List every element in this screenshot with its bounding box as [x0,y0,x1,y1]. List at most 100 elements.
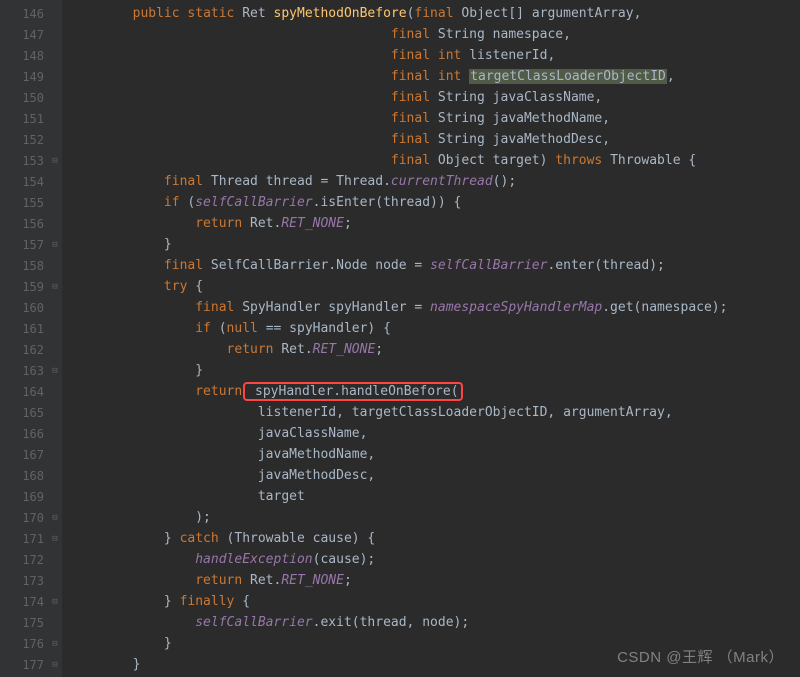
fold-marker-icon[interactable]: ⊟ [50,282,60,292]
method-name-token: spyMethodOnBefore [274,6,407,21]
identifier-token: .get(namespace); [602,300,727,315]
code-line[interactable]: final int targetClassLoaderObjectID, [62,66,800,87]
line-number: 167 [0,444,62,465]
line-number: 155 [0,192,62,213]
code-line[interactable]: } [62,360,800,381]
code-line[interactable]: final String javaClassName, [62,87,800,108]
code-line[interactable]: } [62,234,800,255]
code-line[interactable]: listenerId, targetClassLoaderObjectID, a… [62,402,800,423]
code-line[interactable]: selfCallBarrier.exit(thread, node); [62,612,800,633]
identifier-token: } [164,636,172,651]
code-line[interactable]: javaClassName, [62,423,800,444]
keyword-token: final [164,174,211,189]
code-line[interactable]: } catch (Throwable cause) { [62,528,800,549]
keyword-token: return [195,573,250,588]
identifier-token: } [164,237,172,252]
code-line[interactable]: public static Ret spyMethodOnBefore(fina… [62,3,800,24]
fold-marker-icon[interactable]: ⊟ [50,240,60,250]
code-line[interactable]: final Object target) throws Throwable { [62,150,800,171]
type-token: Object [438,153,493,168]
keyword-token: try [164,279,195,294]
code-line[interactable]: final String javaMethodName, [62,108,800,129]
identifier-token: javaMethodDesc, [493,132,610,147]
code-line[interactable]: return Ret.RET_NONE; [62,213,800,234]
line-number: 161 [0,318,62,339]
code-line[interactable]: return spyHandler.handleOnBefore( [62,381,800,402]
line-number: 154 [0,171,62,192]
line-number: 162 [0,339,62,360]
identifier-token: (Throwable cause) { [227,531,376,546]
type-token: String [438,90,493,105]
type-token: String [438,111,493,126]
type-token: Thread [211,174,266,189]
constant-token: RET_NONE [281,573,344,588]
code-line[interactable]: javaMethodDesc, [62,465,800,486]
keyword-token: return [195,384,242,399]
type-token: Object[] [461,6,531,21]
type-token: SpyHandler [242,300,328,315]
line-number: 150 [0,87,62,108]
fold-marker-icon[interactable]: ⊟ [50,597,60,607]
identifier-token: thread = Thread. [266,174,391,189]
line-number: 175 [0,612,62,633]
identifier-token: argumentArray, [532,6,642,21]
line-number: 164 [0,381,62,402]
type-token: Ret. [281,342,312,357]
code-line[interactable]: ); [62,507,800,528]
line-gutter: 146147148149150151152153⊟154155156157⊟15… [0,0,62,677]
identifier-token: target) [493,153,556,168]
code-editor: 146147148149150151152153⊟154155156157⊟15… [0,0,800,677]
keyword-token: final [391,153,438,168]
fold-marker-icon[interactable]: ⊟ [50,639,60,649]
identifier-token: .exit(thread, node); [313,615,470,630]
fold-marker-icon[interactable]: ⊟ [50,660,60,670]
line-number: 160 [0,297,62,318]
static-field-token: selfCallBarrier [195,615,312,630]
static-call-token: currentThread [391,174,493,189]
line-number: 151 [0,108,62,129]
fold-marker-icon[interactable]: ⊟ [50,156,60,166]
code-line[interactable]: javaMethodName, [62,444,800,465]
identifier-token: } [164,594,180,609]
keyword-token: if [164,195,187,210]
constant-token: RET_NONE [281,216,344,231]
identifier-token: } [164,531,180,546]
fold-marker-icon[interactable]: ⊟ [50,534,60,544]
code-line[interactable]: final String namespace, [62,24,800,45]
identifier-token: ); [195,510,211,525]
identifier-token: listenerId, targetClassLoaderObjectID, a… [258,405,673,420]
code-line[interactable]: return Ret.RET_NONE; [62,570,800,591]
code-line[interactable]: final Thread thread = Thread.currentThre… [62,171,800,192]
code-area[interactable]: public static Ret spyMethodOnBefore(fina… [62,0,800,677]
code-line[interactable]: target [62,486,800,507]
code-line[interactable]: if (selfCallBarrier.isEnter(thread)) { [62,192,800,213]
identifier-token: , [667,69,675,84]
keyword-token: return [195,216,250,231]
keyword-token: final [391,27,438,42]
fold-marker-icon[interactable]: ⊟ [50,366,60,376]
identifier-token: (cause); [313,552,376,567]
identifier-token: == spyHandler) { [266,321,391,336]
identifier-token: } [133,657,141,672]
code-line[interactable]: final SelfCallBarrier.Node node = selfCa… [62,255,800,276]
code-line[interactable]: final SpyHandler spyHandler = namespaceS… [62,297,800,318]
code-line[interactable]: final String javaMethodDesc, [62,129,800,150]
identifier-token: javaMethodName, [493,111,610,126]
code-line[interactable]: handleException(cause); [62,549,800,570]
code-line[interactable]: return Ret.RET_NONE; [62,339,800,360]
identifier-token: .enter(thread); [547,258,664,273]
code-line[interactable]: } finally { [62,591,800,612]
static-call-token: handleException [195,552,312,567]
code-line[interactable]: if (null == spyHandler) { [62,318,800,339]
line-number: 173 [0,570,62,591]
identifier-token: ( [187,195,195,210]
identifier-token: listenerId, [469,48,555,63]
line-number: 163⊟ [0,360,62,381]
line-number: 147 [0,24,62,45]
code-line[interactable]: try { [62,276,800,297]
line-number: 153⊟ [0,150,62,171]
keyword-token: if [195,321,218,336]
keyword-token: final [391,132,438,147]
fold-marker-icon[interactable]: ⊟ [50,513,60,523]
code-line[interactable]: final int listenerId, [62,45,800,66]
